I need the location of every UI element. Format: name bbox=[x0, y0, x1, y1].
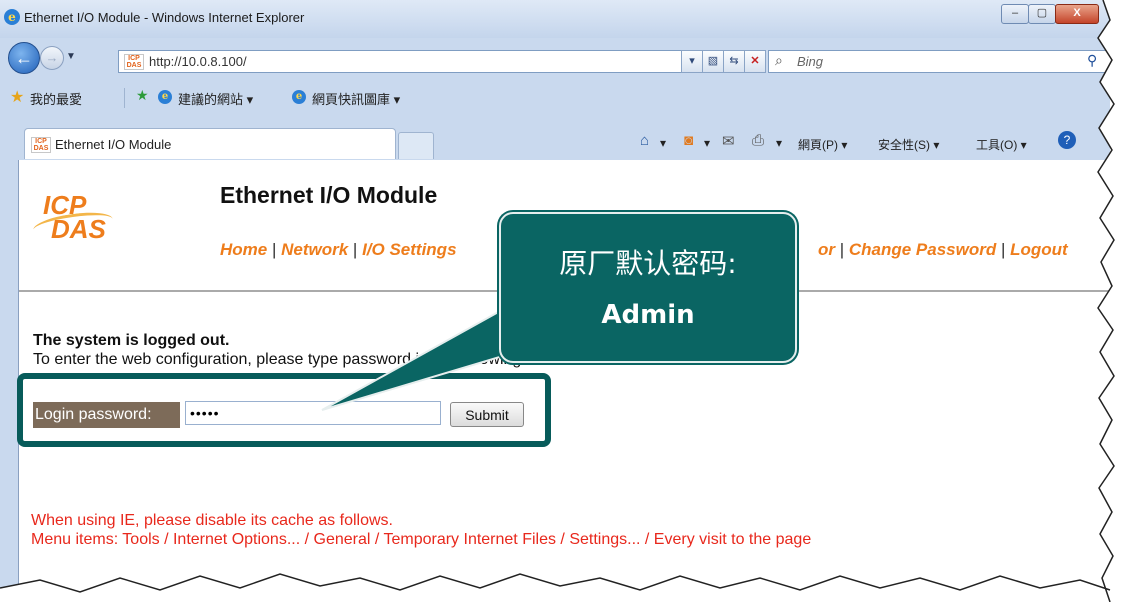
add-favorite-icon[interactable]: ★ bbox=[136, 87, 149, 104]
callout-title: 原厂默认密码: bbox=[559, 247, 737, 280]
tab-ethernet-io-module[interactable]: ICP DAS Ethernet I/O Module bbox=[24, 128, 396, 159]
maximize-button[interactable]: ▢ bbox=[1028, 4, 1056, 24]
feed-dropdown-icon[interactable]: ▾ bbox=[704, 136, 710, 150]
print-icon[interactable]: ⎙ bbox=[752, 132, 764, 149]
menu-separator: | bbox=[348, 240, 363, 259]
search-icon[interactable]: ⚲ bbox=[1087, 52, 1097, 69]
login-instruction: To enter the web configuration, please t… bbox=[33, 351, 560, 368]
menu-network[interactable]: Network bbox=[281, 240, 348, 259]
icpdas-logo: ICP DAS bbox=[31, 190, 115, 244]
tab-title[interactable]: Ethernet I/O Module bbox=[55, 137, 171, 152]
search-provider-icon: ⌕ bbox=[775, 52, 783, 68]
menu-change-password[interactable]: Change Password bbox=[849, 240, 996, 259]
new-tab-button[interactable] bbox=[398, 132, 434, 159]
callout-password: Admin bbox=[601, 300, 695, 330]
favorites-button[interactable]: 我的最愛 bbox=[30, 89, 82, 108]
menu-separator: | bbox=[267, 240, 282, 259]
print-dropdown-icon[interactable]: ▾ bbox=[776, 136, 782, 150]
back-button[interactable]: ← bbox=[8, 42, 40, 74]
ie-cache-warning: When using IE, please disable its cache … bbox=[31, 512, 393, 529]
close-button[interactable]: X bbox=[1055, 4, 1099, 24]
safety-menu[interactable]: 安全性(S) ▾ bbox=[878, 136, 939, 153]
default-password-callout: 原厂默认密码: Admin bbox=[499, 212, 797, 363]
recent-pages-dropdown-icon[interactable]: ▼ bbox=[66, 51, 76, 62]
site-favicon-icon: ICP DAS bbox=[124, 54, 144, 70]
page-title: Ethernet I/O Module bbox=[220, 182, 438, 208]
menu-separator: | bbox=[996, 240, 1011, 259]
window-title: Ethernet I/O Module - Windows Internet E… bbox=[24, 10, 305, 25]
minimize-button[interactable]: ‒ bbox=[1001, 4, 1029, 24]
title-bar: e Ethernet I/O Module - Windows Internet… bbox=[0, 0, 1110, 38]
refresh-icon[interactable]: ⇆ bbox=[723, 50, 745, 73]
tab-favicon-icon: ICP DAS bbox=[31, 137, 51, 153]
search-placeholder[interactable]: Bing bbox=[797, 54, 823, 69]
forward-button[interactable]: → bbox=[40, 46, 64, 70]
compatibility-view-icon[interactable]: ▧ bbox=[702, 50, 724, 73]
tab-bar: ICP DAS Ethernet I/O Module ⌂ ▾ ◙ ▾ ✉ ⎙ ▾… bbox=[0, 126, 1110, 160]
home-icon[interactable]: ⌂ bbox=[640, 132, 649, 149]
favorites-star-icon[interactable]: ★ bbox=[10, 87, 24, 107]
ie-cache-menu-path: Menu items: Tools / Internet Options... … bbox=[31, 531, 812, 548]
password-highlight-box bbox=[17, 373, 551, 447]
favorites-separator bbox=[124, 88, 125, 108]
address-dropdown-button[interactable]: ▾ bbox=[681, 50, 703, 73]
ie-page-icon: e bbox=[292, 90, 306, 104]
main-menu: Home | Network | I/O Settings bbox=[220, 240, 457, 260]
suggested-sites-link[interactable]: 建議的網站 ▾ bbox=[178, 89, 253, 108]
navigation-bar: ← → ▼ ICP DAS http://10.0.8.100/ ▾ ▧ ⇆ ✕ … bbox=[0, 38, 1112, 80]
address-bar[interactable]: ICP DAS http://10.0.8.100/ bbox=[118, 50, 683, 73]
logo-text-bottom: DAS bbox=[51, 214, 106, 244]
menu-logout[interactable]: Logout bbox=[1010, 240, 1068, 259]
web-slice-gallery-link[interactable]: 網頁快訊圖庫 ▾ bbox=[312, 89, 400, 108]
help-icon[interactable]: ? bbox=[1058, 131, 1076, 149]
mail-icon[interactable]: ✉ bbox=[722, 132, 735, 150]
stop-icon[interactable]: ✕ bbox=[744, 50, 766, 73]
tools-menu[interactable]: 工具(O) ▾ bbox=[976, 136, 1027, 153]
main-menu-right: or | Change Password | Logout bbox=[818, 240, 1068, 260]
menu-io-settings[interactable]: I/O Settings bbox=[362, 240, 456, 259]
search-box[interactable]: ⌕ Bing ⚲ bbox=[768, 50, 1112, 73]
rss-feed-icon[interactable]: ◙ bbox=[684, 132, 693, 149]
logout-message: The system is logged out. bbox=[33, 332, 230, 349]
page-menu[interactable]: 網頁(P) ▾ bbox=[798, 136, 847, 153]
menu-monitor-partial[interactable]: or bbox=[818, 240, 835, 259]
ie-page-icon: e bbox=[158, 90, 172, 104]
home-dropdown-icon[interactable]: ▾ bbox=[660, 136, 666, 150]
favorites-bar: ★ 我的最愛 ★ e 建議的網站 ▾ e 網頁快訊圖庫 ▾ bbox=[0, 80, 1110, 126]
menu-home[interactable]: Home bbox=[220, 240, 267, 259]
address-url[interactable]: http://10.0.8.100/ bbox=[149, 54, 247, 69]
ie-logo-icon: e bbox=[4, 9, 20, 25]
menu-separator: | bbox=[835, 240, 849, 259]
